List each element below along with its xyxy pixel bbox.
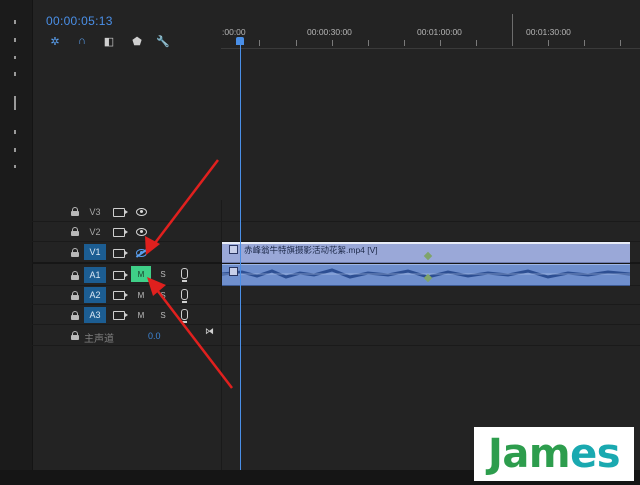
arrow-to-eye-toggle xyxy=(145,159,219,255)
watermark-logo: James xyxy=(474,427,634,481)
watermark-text-1: Jam xyxy=(488,431,571,477)
annotation-arrows xyxy=(145,159,233,389)
watermark-text-2: es xyxy=(570,431,620,477)
arrow-to-mute-button xyxy=(147,277,233,389)
